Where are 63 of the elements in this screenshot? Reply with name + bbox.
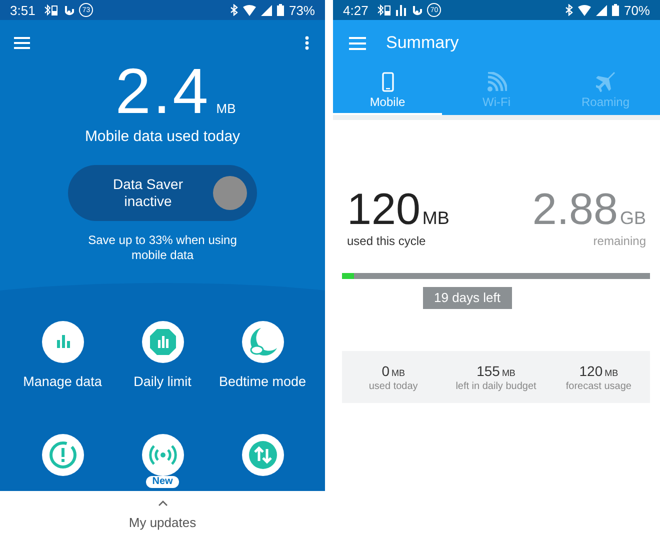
hand-icon	[411, 4, 422, 16]
new-badge: New	[146, 476, 179, 488]
battery-percent: 70%	[624, 2, 650, 18]
stat-unit: MB	[502, 368, 516, 378]
data-saver-note: Save up to 33% when using mobile data	[87, 233, 238, 263]
shortcut-button[interactable]	[142, 321, 184, 363]
menu-icon[interactable]	[349, 36, 366, 50]
bluetooth-icon	[564, 4, 573, 16]
tab[interactable]: Roaming	[551, 66, 660, 115]
days-left-tooltip: 19 days left	[423, 287, 512, 309]
alert-circle-icon	[46, 439, 78, 471]
usage-caption: Mobile data used today	[84, 128, 240, 145]
bottom-sheet-label: My updates	[128, 514, 196, 530]
used-caption: used this cycle	[347, 234, 427, 248]
screen-title: Summary	[386, 33, 459, 53]
phone-icon	[382, 72, 394, 92]
up-down-arrows-icon	[246, 439, 278, 471]
bluetooth-battery-icon	[377, 4, 392, 16]
shortcut-button[interactable]	[42, 434, 84, 476]
menu-icon[interactable]	[14, 37, 30, 49]
tab[interactable]: Wi-Fi	[442, 66, 551, 115]
stat-caption: forecast usage	[566, 380, 632, 392]
bluetooth-battery-icon	[44, 4, 58, 16]
signal-bars-icon	[396, 4, 406, 16]
cell-signal-icon	[260, 4, 272, 16]
shortcut-button[interactable]	[242, 434, 284, 476]
clock-time: 3:51	[10, 2, 36, 18]
chevron-up-icon	[158, 500, 168, 506]
hand-icon	[63, 4, 74, 16]
stat-caption: left in daily budget	[456, 380, 536, 392]
bottom-sheet[interactable]: My updates	[0, 491, 325, 534]
cell-signal-icon	[596, 4, 607, 16]
shortcut-button[interactable]	[142, 434, 184, 476]
wifi-icon	[486, 72, 506, 92]
used-value: 120	[347, 188, 420, 232]
remaining-value: 2.88	[532, 188, 618, 232]
airplane-icon	[596, 72, 616, 92]
stat-value: 120	[579, 362, 603, 378]
clock-time: 4:27	[343, 2, 368, 18]
battery-percent: 73%	[288, 2, 315, 18]
stat-value: 0	[382, 362, 390, 378]
usage-unit: MB	[216, 101, 236, 116]
wifi-icon	[242, 4, 256, 16]
remaining-unit: GB	[620, 208, 646, 229]
data-saver-toggle[interactable]: Data Saver inactive	[68, 165, 257, 221]
battery-icon	[612, 4, 619, 16]
shortcut-label: Daily limit	[132, 373, 192, 390]
remaining-caption: remaining	[593, 234, 646, 248]
bluetooth-icon	[230, 4, 238, 16]
battery-icon	[276, 4, 284, 16]
tab[interactable]: Mobile	[333, 66, 442, 115]
shortcut-label: Bedtime mode	[218, 373, 306, 390]
used-unit: MB	[422, 208, 450, 229]
stat-unit: MB	[391, 368, 405, 378]
shortcut-button[interactable]	[42, 321, 84, 363]
wifi-icon	[578, 4, 591, 16]
stat-caption: used today	[368, 380, 418, 392]
shortcut-button[interactable]	[242, 321, 284, 363]
shortcut-label: Manage data	[22, 373, 103, 390]
usage-value: 2.4	[115, 56, 210, 126]
stat-unit: MB	[604, 368, 618, 378]
more-options-icon[interactable]	[305, 36, 309, 50]
stat-value: 155	[476, 362, 500, 378]
